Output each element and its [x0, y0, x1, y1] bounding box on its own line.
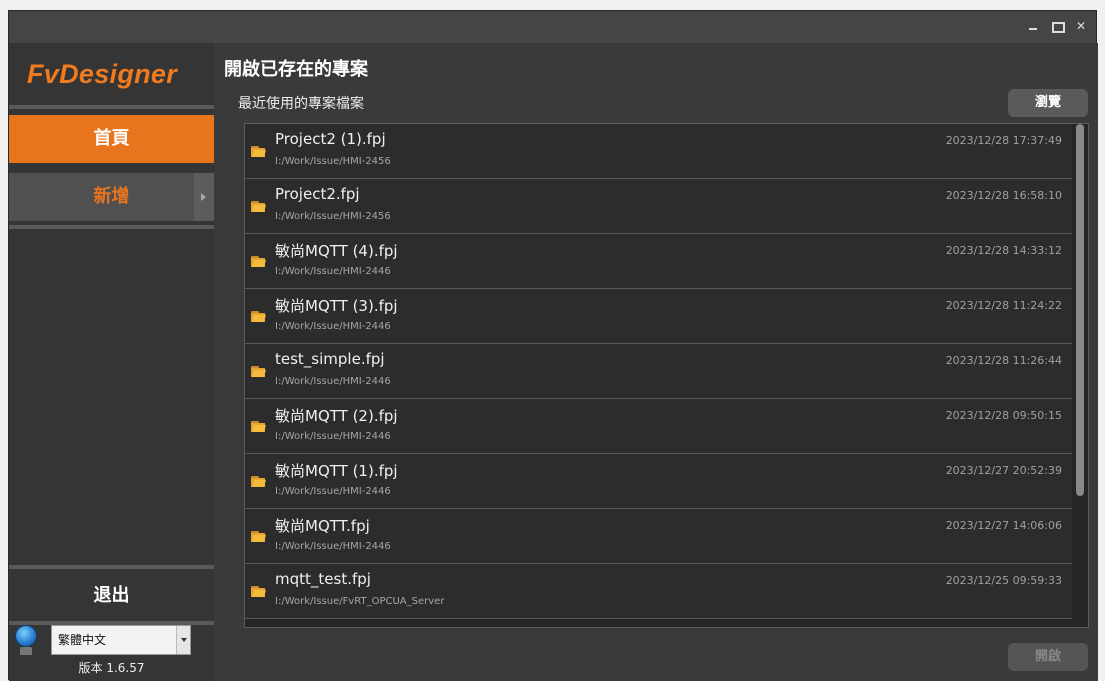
close-button[interactable]: ✕ [1074, 19, 1088, 33]
chevron-down-icon[interactable] [176, 626, 190, 654]
project-path: I:/Work/Issue/HMI-2446 [275, 541, 391, 552]
exit-button[interactable]: 退出 [9, 571, 214, 621]
list-item[interactable]: Project2.fpj I:/Work/Issue/HMI-2456 2023/1… [245, 179, 1072, 234]
folder-icon [251, 531, 266, 542]
project-timestamp: 2023/12/28 09:50:15 [945, 409, 1062, 422]
minimize-button[interactable] [1026, 19, 1040, 33]
project-timestamp: 2023/12/28 14:33:12 [945, 244, 1062, 257]
list-item[interactable]: mqtt_test.fpj I:/Work/Issue/FvRT_OPCUA_Se… [245, 564, 1072, 619]
divider [9, 565, 214, 569]
list-item[interactable]: test_simple.fpj I:/Work/Issue/HMI-2446 202… [245, 344, 1072, 399]
project-path: I:/Work/Issue/HMI-2446 [275, 266, 391, 277]
project-path: I:/Work/Issue/HMI-2456 [275, 156, 391, 167]
project-path: I:/Work/Issue/HMI-2446 [275, 376, 391, 387]
recent-projects-list: Project2 (1).fpj I:/Work/Issue/HMI-2456 20… [244, 123, 1089, 628]
folder-icon [251, 586, 266, 597]
folder-icon [251, 256, 266, 267]
divider [9, 105, 214, 109]
nav-new[interactable]: 新增 [9, 173, 214, 221]
project-path: I:/Work/Issue/HMI-2446 [275, 431, 391, 442]
scrollbar[interactable] [1072, 124, 1088, 627]
list-item[interactable]: 敏尚MQTT.fpj I:/Work/Issue/HMI-2446 2023/12/… [245, 509, 1072, 564]
project-path: I:/Work/Issue/HMI-2456 [275, 211, 391, 222]
list-item[interactable]: 敏尚MQTT (1).fpj I:/Work/Issue/HMI-2446 2023… [245, 454, 1072, 509]
nav-new-submenu[interactable] [194, 173, 214, 221]
list-item[interactable]: 敏尚MQTT (3).fpj I:/Work/Issue/HMI-2446 2023… [245, 289, 1072, 344]
version-label: 版本 1.6.57 [78, 661, 145, 675]
project-name: Project2.fpj [275, 185, 360, 203]
recent-files-label: 最近使用的專案檔案 [238, 96, 364, 112]
project-timestamp: 2023/12/25 09:59:33 [945, 574, 1062, 587]
project-name: 敏尚MQTT (4).fpj [275, 242, 398, 260]
window-controls: ✕ [1026, 19, 1088, 33]
browse-button[interactable]: 瀏覽 [1008, 89, 1088, 117]
folder-icon [251, 366, 266, 377]
project-timestamp: 2023/12/28 11:26:44 [945, 354, 1062, 367]
globe-icon [15, 625, 37, 647]
project-name: test_simple.fpj [275, 350, 385, 368]
project-name: Project2 (1).fpj [275, 130, 386, 148]
title-bar: ✕ [9, 11, 1096, 43]
folder-icon [251, 146, 266, 157]
nav-home[interactable]: 首頁 [9, 115, 214, 163]
maximize-button[interactable] [1050, 19, 1065, 33]
sidebar: FvDesigner 首頁 新增 退出 繁體中文 版本 1.6.57 [9, 43, 214, 681]
project-name: mqtt_test.fpj [275, 570, 371, 588]
language-selected-value: 繁體中文 [58, 633, 107, 647]
page-title: 開啟已存在的專案 [224, 59, 368, 80]
folder-icon [251, 421, 266, 432]
project-path: I:/Work/Issue/HMI-2446 [275, 321, 391, 332]
project-timestamp: 2023/12/28 16:58:10 [945, 189, 1062, 202]
language-select[interactable]: 繁體中文 [51, 625, 191, 655]
project-path: I:/Work/Issue/HMI-2446 [275, 486, 391, 497]
project-timestamp: 2023/12/27 14:06:06 [945, 519, 1062, 532]
app-window: ✕ FvDesigner 首頁 新增 退出 繁體中文 版本 1.6.57 開啟已… [8, 10, 1098, 681]
open-button[interactable]: 開啟 [1008, 643, 1088, 671]
project-timestamp: 2023/12/28 17:37:49 [945, 134, 1062, 147]
divider [9, 225, 214, 229]
folder-icon [251, 201, 266, 212]
globe-stand [20, 647, 32, 655]
list-item[interactable]: 敏尚MQTT (2).fpj I:/Work/Issue/HMI-2446 2023… [245, 399, 1072, 454]
main-panel: 開啟已存在的專案 最近使用的專案檔案 瀏覽 Project2 (1).fpj I:… [214, 43, 1098, 681]
folder-icon [251, 311, 266, 322]
project-name: 敏尚MQTT.fpj [275, 517, 370, 535]
folder-icon [251, 476, 266, 487]
chevron-right-icon [201, 193, 206, 201]
nav-new-label: 新增 [93, 186, 130, 207]
project-timestamp: 2023/12/28 11:24:22 [945, 299, 1062, 312]
project-name: 敏尚MQTT (1).fpj [275, 462, 398, 480]
list-item[interactable]: 敏尚MQTT (4).fpj I:/Work/Issue/HMI-2446 2023… [245, 234, 1072, 289]
project-timestamp: 2023/12/27 20:52:39 [945, 464, 1062, 477]
project-path: I:/Work/Issue/FvRT_OPCUA_Server [275, 596, 445, 607]
list-item[interactable]: Project2 (1).fpj I:/Work/Issue/HMI-2456 20… [245, 124, 1072, 179]
scrollbar-thumb[interactable] [1076, 124, 1084, 496]
app-logo: FvDesigner [27, 59, 178, 89]
project-name: 敏尚MQTT (3).fpj [275, 297, 398, 315]
project-name: 敏尚MQTT (2).fpj [275, 407, 398, 425]
